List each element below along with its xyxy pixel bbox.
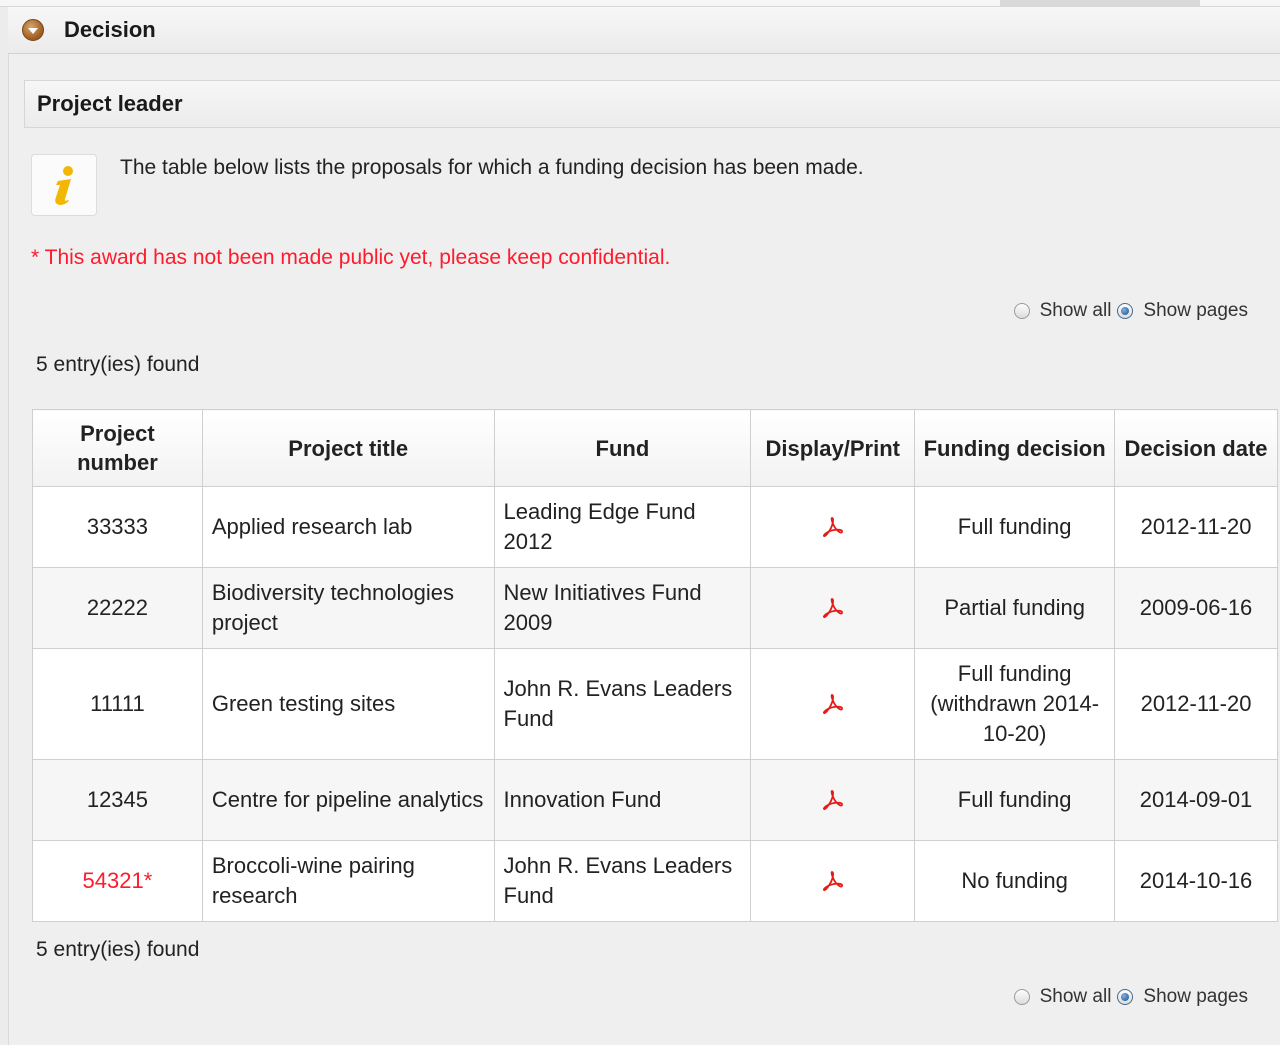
funding-decision: Full funding	[914, 486, 1116, 568]
table-row: 33333 Applied research lab Leading Edge …	[32, 486, 1278, 568]
pdf-icon[interactable]	[820, 869, 846, 895]
confidential-warning: * This award has not been made public ye…	[31, 246, 671, 269]
entries-count-bottom: 5 entry(ies) found	[36, 938, 200, 961]
header-project-title[interactable]: Project title	[201, 409, 495, 487]
print-cell	[750, 648, 916, 760]
project-title: Centre for pipeline analytics	[201, 759, 495, 841]
table-row: 22222 Biodiversity technologies project …	[32, 567, 1278, 649]
decisions-table: Project number Project title Fund Displa…	[32, 409, 1278, 922]
pdf-icon[interactable]	[820, 515, 846, 541]
show-all-label[interactable]: Show all	[1040, 300, 1112, 322]
funding-decision: Full funding	[914, 759, 1116, 841]
header-fund[interactable]: Fund	[493, 409, 752, 487]
decision-date: 2012-11-20	[1114, 648, 1278, 760]
table-row: 54321* Broccoli-wine pairing research Jo…	[32, 840, 1278, 922]
pdf-icon[interactable]	[820, 596, 846, 622]
show-all-radio[interactable]	[1013, 989, 1030, 1005]
header-project-number[interactable]: Project number	[32, 409, 203, 487]
decision-date: 2012-11-20	[1114, 486, 1278, 568]
table-row: 12345 Centre for pipeline analytics Inno…	[32, 759, 1278, 841]
section-title: Decision	[64, 17, 156, 42]
print-cell	[750, 840, 916, 922]
project-number: 33333	[32, 486, 203, 568]
decision-date: 2009-06-16	[1114, 567, 1278, 649]
paging-toggle-top: Show all Show pages	[1013, 300, 1254, 322]
subsection-title: Project leader	[37, 91, 183, 116]
project-title: Broccoli-wine pairing research	[201, 840, 495, 922]
fund-name: John R. Evans Leaders Fund	[493, 840, 752, 922]
project-title: Biodiversity technologies project	[201, 567, 495, 649]
project-number-confidential: 54321*	[32, 840, 203, 922]
top-border	[0, 0, 1280, 7]
project-leader-header: Project leader	[24, 80, 1280, 128]
print-cell	[750, 486, 916, 568]
fund-name: Leading Edge Fund 2012	[493, 486, 752, 568]
funding-decision: No funding	[914, 840, 1116, 922]
table-header-row: Project number Project title Fund Displa…	[32, 409, 1278, 487]
print-cell	[750, 759, 916, 841]
fund-name: Innovation Fund	[493, 759, 752, 841]
collapse-icon[interactable]	[22, 19, 44, 41]
project-number: 22222	[32, 567, 203, 649]
pdf-icon[interactable]	[820, 788, 846, 814]
entries-count-top: 5 entry(ies) found	[36, 353, 200, 376]
decision-date: 2014-09-01	[1114, 759, 1278, 841]
info-text: The table below lists the proposals for …	[120, 156, 864, 179]
show-pages-radio[interactable]	[1117, 989, 1134, 1005]
project-number: 12345	[32, 759, 203, 841]
decision-date: 2014-10-16	[1114, 840, 1278, 922]
project-title: Green testing sites	[201, 648, 495, 760]
header-display-print: Display/Print	[750, 409, 916, 487]
fund-name: New Initiatives Fund 2009	[493, 567, 752, 649]
show-all-label[interactable]: Show all	[1040, 986, 1112, 1008]
paging-toggle-bottom: Show all Show pages	[1013, 986, 1254, 1008]
show-all-radio[interactable]	[1013, 303, 1030, 319]
info-icon	[31, 154, 97, 216]
fund-name: John R. Evans Leaders Fund	[493, 648, 752, 760]
show-pages-label[interactable]: Show pages	[1143, 300, 1248, 322]
decision-section-header[interactable]: Decision	[8, 7, 1280, 54]
project-title: Applied research lab	[201, 486, 495, 568]
funding-decision: Full funding (withdrawn 2014-10-20)	[914, 648, 1116, 760]
print-cell	[750, 567, 916, 649]
show-pages-label[interactable]: Show pages	[1143, 986, 1248, 1008]
funding-decision: Partial funding	[914, 567, 1116, 649]
header-funding-decision[interactable]: Funding decision	[914, 409, 1116, 487]
table-row: 11111 Green testing sites John R. Evans …	[32, 648, 1278, 760]
show-pages-radio[interactable]	[1117, 303, 1134, 319]
header-decision-date[interactable]: Decision date	[1114, 409, 1278, 487]
project-number: 11111	[32, 648, 203, 760]
pdf-icon[interactable]	[820, 692, 846, 718]
